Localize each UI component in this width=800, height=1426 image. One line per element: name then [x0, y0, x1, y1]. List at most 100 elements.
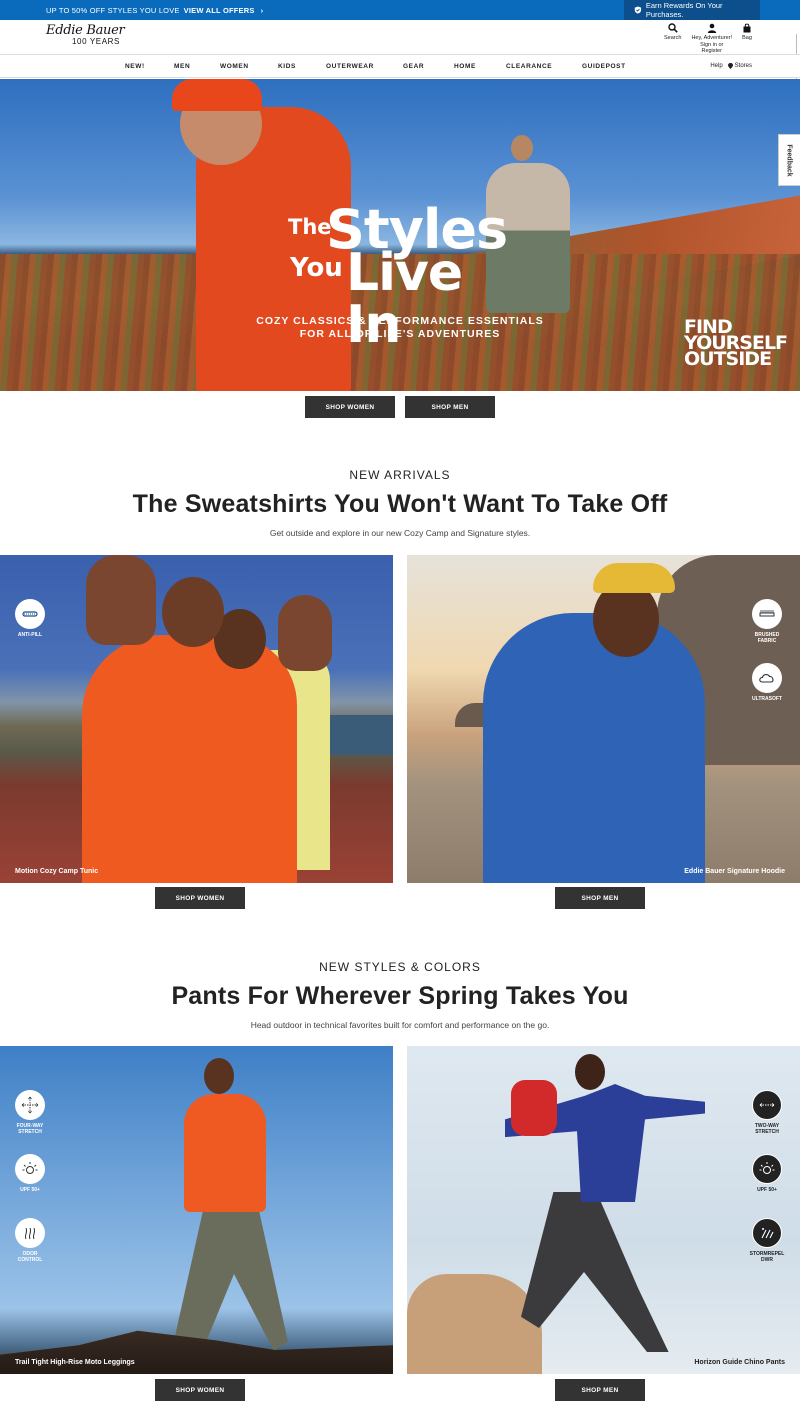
- badge-stormrepel: STORMREPEL DWR: [747, 1218, 787, 1263]
- chevron-right-icon: ›: [260, 6, 264, 15]
- section1-eyebrow: NEW ARRIVALS: [349, 468, 451, 482]
- account-button[interactable]: Hey, Adventurer! Sign in or Register: [691, 23, 732, 55]
- badge-stormrepel-label: STORMREPEL DWR: [749, 1251, 785, 1263]
- odor-control-icon: [24, 1227, 36, 1240]
- badge-two-way-stretch: TWO-WAY STRETCH: [747, 1090, 787, 1135]
- hero-subtitle-line1: COZY CLASSICS & PERFORMANCE ESSENTIALS: [256, 315, 544, 327]
- badge-four-way-stretch-label: FOUR-WAY STRETCH: [16, 1123, 44, 1135]
- brushed-fabric-icon: [759, 610, 775, 617]
- badge-anti-pill-label: ANTI-PILL: [17, 632, 43, 638]
- header-utilities: Search Hey, Adventurer! Sign in or Regis…: [664, 23, 752, 55]
- logo-script: Eddie Bauer: [46, 23, 125, 38]
- sun-upf-icon: [759, 1162, 775, 1174]
- badge-odor-control-label: ODOR CONTROL: [17, 1251, 43, 1263]
- badge-odor-control: ODOR CONTROL: [10, 1218, 50, 1263]
- section2-shop-men-button[interactable]: SHOP MEN: [555, 1379, 645, 1401]
- badge-brushed-fabric: BRUSHED FABRIC: [747, 599, 787, 644]
- main-nav: NEW! MEN WOMEN KIDS OUTERWEAR GEAR HOME …: [0, 54, 800, 78]
- tile-backpack: [511, 1080, 557, 1136]
- nav-item-new[interactable]: NEW!: [125, 63, 145, 70]
- nav-item-outerwear[interactable]: OUTERWEAR: [326, 63, 374, 70]
- section2-eyebrow: NEW STYLES & COLORS: [319, 960, 481, 974]
- ultrasoft-cloud-icon: [759, 674, 774, 683]
- feedback-tab[interactable]: Feedback: [778, 134, 800, 186]
- tile-boulder: [407, 1274, 542, 1374]
- user-icon: [707, 23, 716, 33]
- badge-four-way-stretch: FOUR-WAY STRETCH: [10, 1090, 50, 1135]
- stormrepel-icon: [761, 1228, 774, 1239]
- bag-button[interactable]: Bag: [742, 23, 752, 55]
- tile-caption: Horizon Guide Chino Pants: [694, 1359, 785, 1366]
- tile-head-1: [162, 577, 224, 647]
- shield-check-icon: [634, 6, 642, 14]
- hero-subtitle-line2: FOR ALL OF LIFE'S ADVENTURES: [299, 328, 501, 340]
- four-way-stretch-icon: [21, 1096, 39, 1114]
- badge-upf-label: UPF 50+: [757, 1187, 777, 1193]
- hero-title-the: The: [288, 215, 332, 239]
- nav-utilities: Help Stores: [710, 63, 752, 69]
- badge-two-way-stretch-label: TWO-WAY STRETCH: [754, 1123, 780, 1135]
- eddie-bauer-logo[interactable]: Eddie Bauer 100 YEARS: [46, 23, 138, 51]
- tile-cap: [593, 563, 675, 593]
- tile-signature-hoodie[interactable]: BRUSHED FABRIC ULTRASOFT Eddie Bauer Sig…: [407, 555, 800, 883]
- search-label: Search: [664, 35, 682, 41]
- section1-shop-men-button[interactable]: SHOP MEN: [555, 887, 645, 909]
- search-icon: [668, 23, 678, 33]
- feedback-label: Feedback: [786, 143, 794, 177]
- help-link[interactable]: Help: [710, 63, 722, 69]
- hero-title-you: You: [290, 253, 343, 283]
- tile-hand-2: [278, 595, 332, 671]
- hero-shop-men-button[interactable]: SHOP MEN: [405, 396, 495, 418]
- anti-pill-icon: [22, 611, 38, 617]
- tile-caption: Trail Tight High-Rise Moto Leggings: [15, 1359, 135, 1366]
- tile-caption: Motion Cozy Camp Tunic: [15, 868, 99, 875]
- badge-anti-pill: ANTI-PILL: [10, 599, 50, 638]
- view-all-offers-link[interactable]: VIEW ALL OFFERS: [184, 6, 255, 15]
- nav-item-home[interactable]: HOME: [454, 63, 476, 70]
- nav-item-guidepost[interactable]: GUIDEPOST: [582, 63, 626, 70]
- section2-shop-women-button[interactable]: SHOP WOMEN: [155, 1379, 245, 1401]
- tile-motion-cozy-camp-tunic[interactable]: ANTI-PILL Motion Cozy Camp Tunic: [0, 555, 393, 883]
- find-yourself-outside-logo: FIND YOURSELF OUTSIDE: [684, 318, 788, 369]
- rewards-banner[interactable]: Earn Rewards On Your Purchases.: [624, 0, 760, 20]
- hero-woman-head: [511, 135, 533, 161]
- section1-subline: Get outside and explore in our new Cozy …: [269, 528, 531, 538]
- hero-shop-women-button[interactable]: SHOP WOMEN: [305, 396, 395, 418]
- rewards-text: Earn Rewards On Your Purchases.: [645, 1, 723, 19]
- account-greeting: Hey, Adventurer!: [691, 35, 732, 41]
- nav-item-women[interactable]: WOMEN: [220, 63, 249, 70]
- hero-beanie: [172, 79, 262, 111]
- tile-figure-hoodie: [483, 613, 705, 883]
- nav-item-gear[interactable]: GEAR: [403, 63, 424, 70]
- badge-brushed-fabric-label: BRUSHED FABRIC: [754, 632, 780, 644]
- tile-moto-leggings[interactable]: FOUR-WAY STRETCH UPF 50+ ODOR CONTROL Tr…: [0, 1046, 393, 1374]
- badge-ultrasoft: ULTRASOFT: [747, 663, 787, 702]
- location-pin-icon: [727, 63, 733, 69]
- logo-years: 100 YEARS: [72, 37, 120, 46]
- tile-figure-orange: [82, 635, 297, 883]
- promo-offer[interactable]: UP TO 50% OFF STYLES YOU LOVE VIEW ALL OF…: [46, 6, 263, 15]
- tile-hand-1: [86, 555, 156, 645]
- nav-item-men[interactable]: MEN: [174, 63, 190, 70]
- section2-subline: Head outdoor in technical favorites buil…: [250, 1020, 550, 1030]
- promo-text: UP TO 50% OFF STYLES YOU LOVE: [46, 6, 180, 15]
- promo-bar: UP TO 50% OFF STYLES YOU LOVE VIEW ALL OF…: [0, 0, 800, 20]
- two-way-stretch-icon: [759, 1103, 775, 1107]
- nav-item-clearance[interactable]: CLEARANCE: [506, 63, 552, 70]
- sun-upf-icon: [22, 1162, 38, 1174]
- badge-upf-label: UPF 50+: [20, 1187, 40, 1193]
- tile-chino-pants[interactable]: TWO-WAY STRETCH UPF 50+ STORMREPEL DWR H…: [407, 1046, 800, 1374]
- section2-headline: Pants For Wherever Spring Takes You: [171, 982, 629, 1010]
- badge-upf: UPF 50+: [10, 1154, 50, 1193]
- tile-head: [204, 1058, 234, 1094]
- shopping-bag-icon: [743, 23, 751, 33]
- tile-figure-shirt: [184, 1094, 266, 1212]
- search-button[interactable]: Search: [664, 23, 681, 55]
- section1-headline: The Sweatshirts You Won't Want To Take O…: [132, 490, 668, 518]
- nav-item-kids[interactable]: KIDS: [278, 63, 296, 70]
- hero-banner[interactable]: The Styles You Live In COZY CLASSICS & P…: [0, 79, 800, 391]
- site-header: Eddie Bauer 100 YEARS Search Hey, Advent…: [0, 20, 800, 54]
- section1-shop-women-button[interactable]: SHOP WOMEN: [155, 887, 245, 909]
- hero-subtitle: COZY CLASSICS & PERFORMANCE ESSENTIALS F…: [250, 315, 550, 341]
- stores-link[interactable]: Stores: [727, 63, 752, 69]
